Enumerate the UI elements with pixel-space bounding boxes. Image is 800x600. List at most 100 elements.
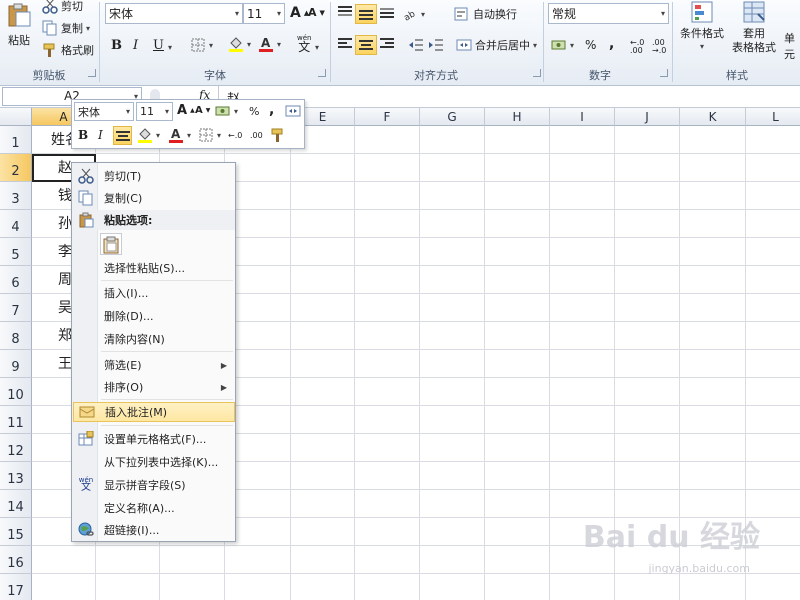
mini-size-dropdown[interactable]: 11 ▾ (136, 102, 173, 121)
wrap-text-button[interactable]: 自动换行 (454, 6, 517, 22)
column-header-k[interactable]: K (680, 108, 746, 126)
align-middle-button[interactable] (355, 4, 377, 24)
menu-item-insert-comment[interactable]: 插入批注(M) (73, 402, 235, 422)
menu-item-sort[interactable]: 排序(O) ▶ (73, 377, 235, 397)
column-header-j[interactable]: J (615, 108, 680, 126)
mini-percent-button[interactable]: % (249, 105, 259, 118)
column-header-l[interactable]: L (746, 108, 800, 126)
paste-button[interactable]: 粘贴 (6, 2, 32, 48)
mini-comma-button[interactable]: , (269, 102, 274, 118)
select-all-corner[interactable] (0, 108, 32, 126)
merge-center-button[interactable]: 合并后居中 ▾ (456, 37, 537, 53)
align-top-button[interactable] (338, 6, 352, 18)
mini-italic-button[interactable]: I (98, 128, 103, 142)
mini-shrink-font-button[interactable]: A ▼ (195, 105, 210, 116)
alignment-dialog-launcher[interactable] (533, 69, 541, 77)
row-header-2[interactable]: 2 (0, 154, 32, 182)
italic-button[interactable]: I (133, 38, 138, 53)
align-center-button[interactable] (355, 35, 377, 55)
column-header-i[interactable]: I (550, 108, 615, 126)
shrink-font-button[interactable]: A ▼ (308, 6, 325, 19)
menu-item-clear-contents[interactable]: 清除内容(N) (73, 329, 235, 349)
accounting-format-button[interactable]: ▾ (551, 37, 574, 53)
font-color-button[interactable]: A ▾ (258, 36, 281, 52)
row-header-7[interactable]: 7 (0, 294, 32, 322)
row-header-14[interactable]: 14 (0, 490, 32, 518)
percent-button[interactable]: % (585, 38, 596, 52)
cut-button[interactable]: 剪切 (42, 0, 83, 14)
mini-font-color-button[interactable]: A ▾ (168, 127, 191, 143)
row-header-13[interactable]: 13 (0, 462, 32, 490)
menu-item-hyperlink[interactable]: 超链接(I)... (73, 520, 235, 540)
column-header-h[interactable]: H (485, 108, 550, 126)
menu-item-delete[interactable]: 删除(D)... (73, 306, 235, 326)
clipboard-dialog-launcher[interactable] (88, 69, 96, 77)
font-dialog-launcher[interactable] (318, 69, 326, 77)
row-header-8[interactable]: 8 (0, 322, 32, 350)
column-header-g[interactable]: G (420, 108, 485, 126)
row-header-1[interactable]: 1 (0, 126, 32, 154)
row-header-5[interactable]: 5 (0, 238, 32, 266)
row-header-9[interactable]: 9 (0, 350, 32, 378)
decrease-indent-button[interactable] (408, 37, 424, 53)
copy-button[interactable]: 复制 ▾ (42, 20, 90, 36)
font-size-dropdown[interactable]: 11 ▾ (243, 3, 285, 24)
mini-increase-decimal-button[interactable]: ←.0 (228, 131, 242, 140)
fill-color-button[interactable]: ▾ (228, 36, 251, 52)
decrease-decimal-button[interactable]: .00 →.0 (652, 39, 670, 55)
bold-button[interactable]: B (111, 38, 122, 53)
mini-font-dropdown[interactable]: 宋体 ▾ (74, 102, 134, 121)
paste-option-button[interactable] (100, 233, 122, 255)
borders-button[interactable]: ▾ (190, 37, 213, 53)
mini-bold-button[interactable]: B (78, 128, 88, 142)
row-header-4[interactable]: 4 (0, 210, 32, 238)
row-header-12[interactable]: 12 (0, 434, 32, 462)
row-header-11[interactable]: 11 (0, 406, 32, 434)
menu-item-copy[interactable]: 复制(C) (73, 188, 235, 208)
mini-borders-button[interactable]: ▾ (198, 127, 221, 143)
mini-fill-color-button[interactable]: ▾ (137, 127, 160, 143)
menu-item-show-phonetic[interactable]: wén 文 显示拼音字段(S) (73, 475, 235, 495)
menu-item-define-name[interactable]: 定义名称(A)... (73, 498, 235, 518)
mini-grow-font-button[interactable]: A ▲ (177, 103, 195, 118)
menu-item-paste-special[interactable]: 选择性粘贴(S)... (73, 258, 235, 278)
chevron-down-icon[interactable]: ▾ (168, 43, 172, 52)
format-painter-button[interactable]: 格式刷 (42, 42, 94, 58)
mini-decrease-decimal-button[interactable]: .00 (250, 131, 263, 140)
mini-format-painter-button[interactable] (270, 127, 286, 143)
font-name-dropdown[interactable]: 宋体 ▾ (105, 3, 243, 24)
comma-button[interactable]: , (609, 36, 614, 52)
increase-indent-button[interactable] (428, 37, 444, 53)
column-header-f[interactable]: F (355, 108, 420, 126)
row-header-3[interactable]: 3 (0, 182, 32, 210)
chevron-down-icon[interactable]: ▾ (86, 24, 90, 33)
formula-input[interactable]: 赵 (218, 86, 800, 107)
row-header-10[interactable]: 10 (0, 378, 32, 406)
conditional-format-button[interactable]: 条件格式 ▾ (678, 0, 726, 51)
row-header-16[interactable]: 16 (0, 546, 32, 574)
phonetic-button[interactable]: wén 文 (297, 34, 311, 53)
menu-item-cut[interactable]: 剪切(T) (73, 166, 235, 186)
menu-item-pick-from-list[interactable]: 从下拉列表中选择(K)... (73, 452, 235, 472)
row-header-6[interactable]: 6 (0, 266, 32, 294)
menu-item-filter[interactable]: 筛选(E) ▶ (73, 355, 235, 375)
mini-center-button[interactable] (113, 126, 132, 145)
align-right-button[interactable] (380, 38, 394, 50)
mini-merge-button[interactable] (285, 103, 301, 119)
number-format-dropdown[interactable]: 常规 ▾ (548, 3, 669, 24)
increase-decimal-button[interactable]: ←.0 .00 (630, 39, 648, 55)
orientation-button[interactable]: ab ▾ (402, 6, 425, 23)
grow-font-button[interactable]: A ▲ (290, 5, 309, 21)
menu-item-insert[interactable]: 插入(I)... (73, 283, 235, 303)
menu-item-format-cells[interactable]: 设置单元格格式(F)... (73, 429, 235, 449)
chevron-down-icon[interactable]: ▾ (315, 43, 319, 52)
mini-accounting-button[interactable]: ▾ (215, 103, 238, 119)
underline-button[interactable]: U (153, 38, 164, 53)
row-header-17[interactable]: 17 (0, 574, 32, 600)
format-as-table-button[interactable]: 套用 表格格式 (727, 0, 781, 55)
cell-styles-button[interactable]: 单元 (784, 30, 800, 62)
row-header-15[interactable]: 15 (0, 518, 32, 546)
align-left-button[interactable] (338, 38, 352, 50)
number-dialog-launcher[interactable] (660, 69, 668, 77)
align-bottom-button[interactable] (380, 6, 394, 18)
